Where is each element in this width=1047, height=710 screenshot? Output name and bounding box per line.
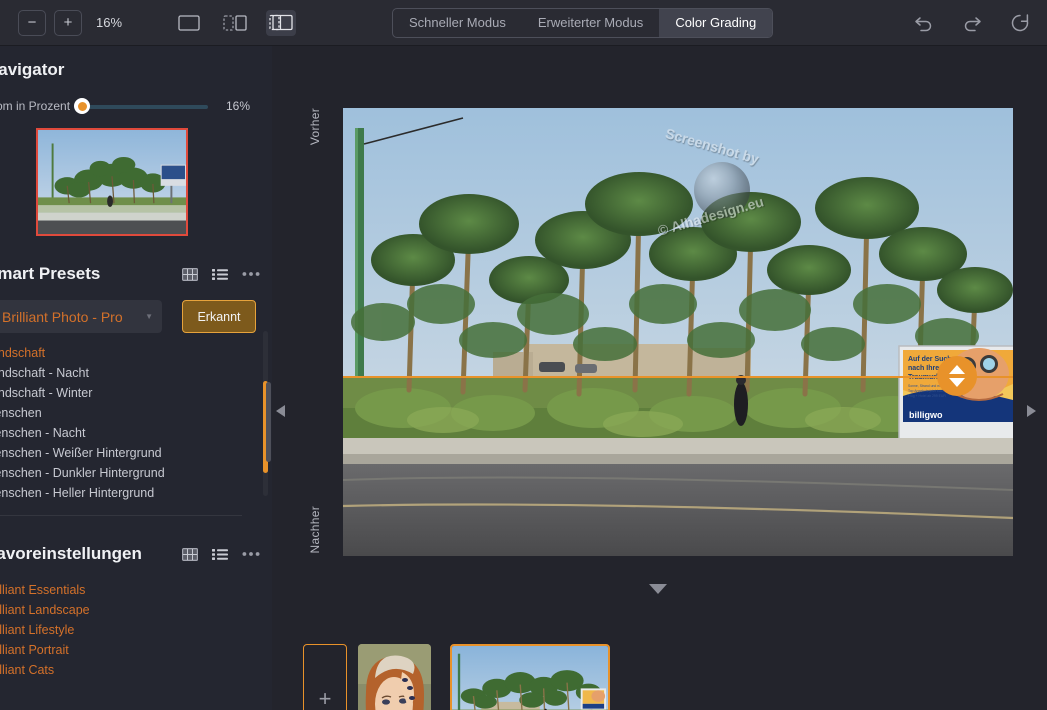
smart-presets-header: Smart Presets [0,262,272,286]
viewport-scrollbar-thumb[interactable] [266,382,271,462]
preset-item[interactable]: Menschen - Nacht [0,423,272,443]
zoom-percent-label: Zoom in Prozent [0,99,71,113]
navigator-panel: Navigator Zoom in Prozent 16% [0,46,272,236]
favorites-more-options-button[interactable] [242,551,260,557]
split-overlay-view-icon [269,14,293,31]
more-options-button[interactable] [242,271,260,277]
preset-item[interactable]: Landschaft - Nacht [0,363,272,383]
list-item[interactable]: Brilliant Landscape [0,600,272,620]
reset-button[interactable] [1009,12,1031,34]
grid-view-icon [182,547,198,561]
navigator-thumbnail[interactable] [36,128,188,236]
zoom-slider-handle[interactable] [74,98,90,114]
before-after-split-handle[interactable] [937,356,977,396]
split-handle-arrows-icon [949,365,965,387]
add-image-tile[interactable]: + [303,644,347,710]
preset-item[interactable]: Landschaft - Winter [0,383,272,403]
editing-mode-switch: Schneller Modus Erweiterter Modus Color … [392,8,774,38]
before-after-split-line [343,376,1013,378]
preset-item[interactable]: Menschen - Weißer Hintergrund [0,443,272,463]
favorites-grid-view-button[interactable] [182,547,198,561]
preset-selector-row: Brilliant Photo - Pro ▼ Erkannt [0,300,272,333]
zoom-level-value: 16% [96,15,123,30]
undo-icon [915,17,932,32]
navigator-zoom-row: Zoom in Prozent 16% [0,96,272,116]
mode-color-grading[interactable]: Color Grading [659,9,773,37]
navigator-zoom-value: 16% [226,99,251,113]
undo-button[interactable] [913,12,935,34]
top-toolbar: − + 16% Schneller Modus Erweiterter Modu… [0,0,1047,46]
mode-erweiterter[interactable]: Erweiterter Modus [522,9,659,37]
portrait-thumbnail-image [358,644,431,710]
thumbnail-palms[interactable] [450,644,610,710]
zoom-slider-track [80,105,208,109]
preset-item[interactable]: Landschaft [0,343,272,363]
smart-preset-list: Landschaft Landschaft - Nacht Landschaft… [0,343,272,516]
list-item[interactable]: Brilliant Lifestyle [0,620,272,640]
thumbnail-portrait[interactable] [358,644,431,710]
favorites-list-view-button[interactable] [212,548,228,561]
left-sidebar: Navigator Zoom in Prozent 16% [0,46,272,710]
preset-item[interactable]: Menschen [0,403,272,423]
favorites-view-icons [182,547,260,561]
list-item[interactable]: Brilliant Essentials [0,580,272,600]
preset-dropdown-value: Brilliant Photo - Pro [2,308,123,325]
photo-canvas[interactable]: Auf der Suche nach Ihrem Traumurlaub? So… [343,108,1013,556]
svg-text:Flug + Hotel ab 299 EUR: Flug + Hotel ab 299 EUR [908,394,946,398]
zoom-slider[interactable] [74,98,208,114]
zoom-controls: − + 16% [0,9,296,36]
preset-list-divider [0,515,242,516]
navigator-preview-image [38,130,186,234]
after-label: Nachher [308,506,322,554]
toolbar-actions [913,0,1031,46]
side-by-side-view-icon [223,14,247,31]
svg-text:billigwo: billigwo [909,410,943,420]
list-item[interactable]: Brilliant Cats [0,660,272,680]
smart-presets-title: Smart Presets [0,264,101,283]
grid-view-icon [182,267,198,281]
chevron-right-icon [1027,405,1036,417]
mode-schneller[interactable]: Schneller Modus [393,9,522,37]
favorites-title: Favoreinstellungen [0,544,142,563]
redo-button[interactable] [961,12,983,34]
photo-editor-window: − + 16% Schneller Modus Erweiterter Modu… [0,0,1047,710]
side-by-side-view-button[interactable] [220,10,250,36]
preset-dropdown[interactable]: Brilliant Photo - Pro ▼ [0,300,162,333]
list-view-button[interactable] [212,268,228,281]
preset-item[interactable]: Menschen - Dunkler Hintergrund [0,463,272,483]
reset-icon [1011,14,1029,32]
list-view-icon [212,548,228,560]
favorites-list: Brilliant Essentials Brilliant Landscape… [0,580,272,680]
preset-item[interactable]: Menschen - Heller Hintergrund [0,483,272,503]
redo-icon [964,17,981,32]
chevron-down-icon: ▼ [145,312,153,321]
palms-thumbnail-image [452,646,608,710]
zoom-in-button[interactable]: + [54,9,82,36]
main-viewport: Vorher Nachher Auf der Suche nach Ihrem … [266,46,1047,710]
filmstrip: + [272,594,1047,710]
more-options-icon [242,552,260,556]
split-overlay-view-button[interactable] [266,9,296,36]
single-view-button[interactable] [174,10,204,36]
before-after-labels: Vorher Nachher [300,46,328,576]
favorites-header: Favoreinstellungen [0,542,272,566]
list-item[interactable]: Brilliant Portrait [0,640,272,660]
list-view-icon [212,268,228,280]
collapse-right-panel-button[interactable] [1025,404,1039,418]
more-options-icon [242,272,260,276]
navigator-title: Navigator [0,60,65,79]
single-view-icon [178,14,200,31]
smart-presets-view-icons [182,267,260,281]
edited-photo-image: Auf der Suche nach Ihrem Traumurlaub? So… [343,108,1013,556]
collapse-left-panel-button[interactable] [275,404,289,418]
view-mode-group [174,9,296,36]
zoom-out-button[interactable]: − [18,9,46,36]
before-label: Vorher [308,108,322,146]
chevron-left-icon [276,405,285,417]
detect-preset-button[interactable]: Erkannt [182,300,256,333]
grid-view-button[interactable] [182,267,198,281]
